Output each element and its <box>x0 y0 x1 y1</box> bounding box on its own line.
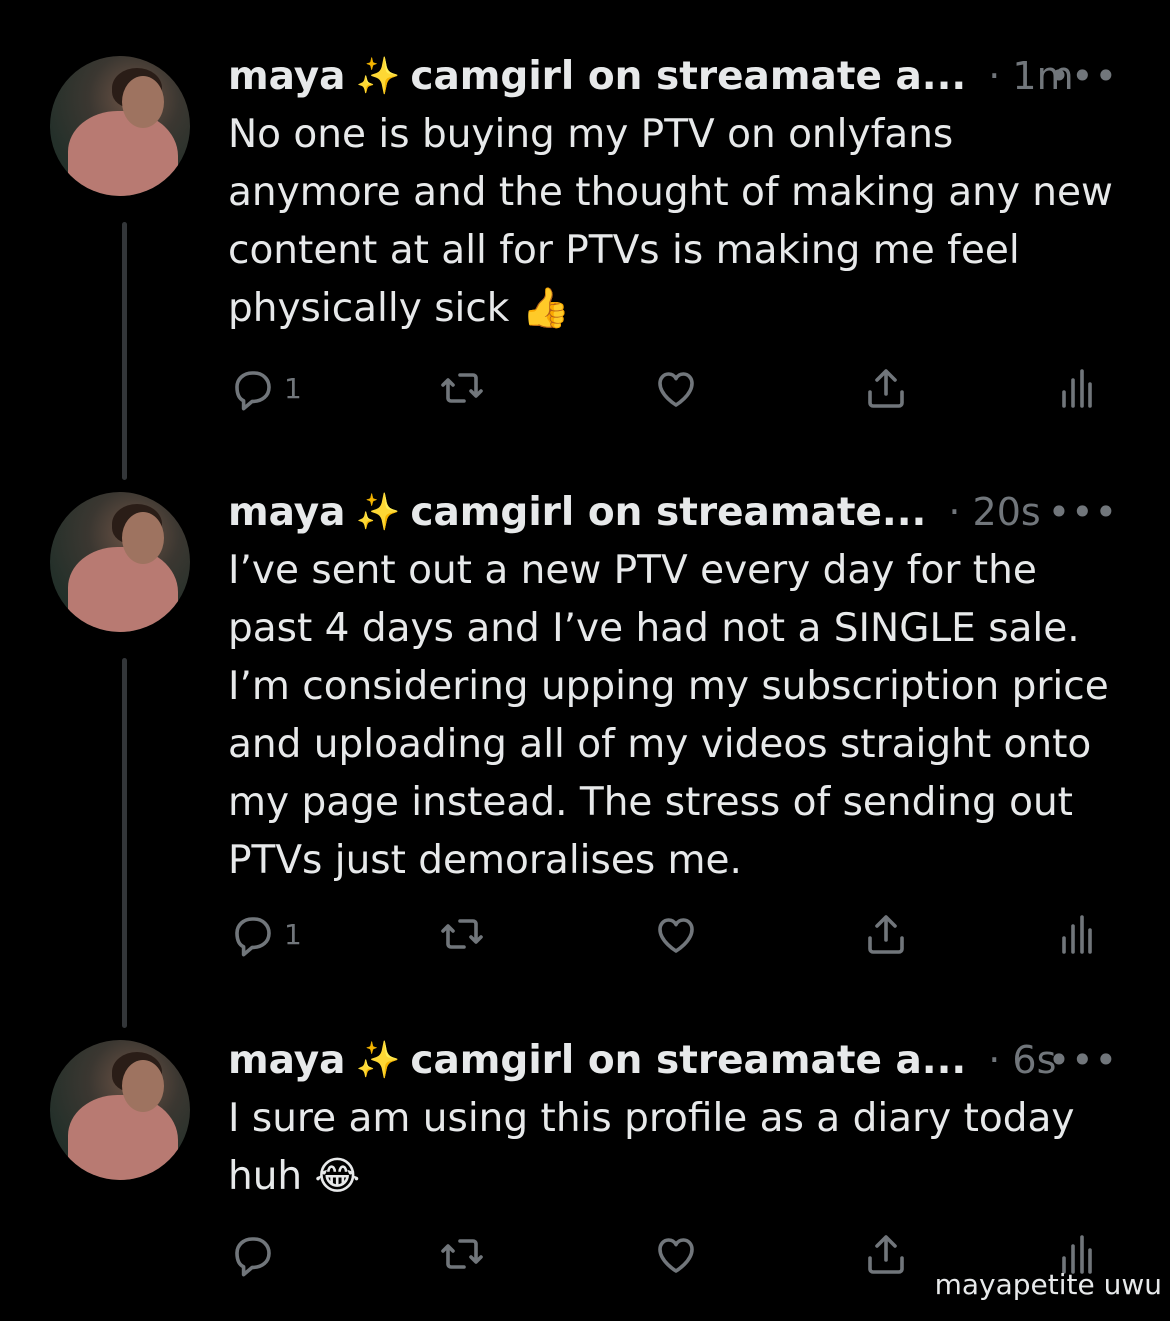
display-name[interactable]: maya <box>228 490 346 535</box>
retweet-button[interactable] <box>438 364 486 412</box>
share-button[interactable] <box>862 1230 910 1278</box>
like-button[interactable] <box>652 364 700 412</box>
reply-button[interactable] <box>228 1230 276 1278</box>
views-icon <box>1062 915 1092 954</box>
share-button[interactable] <box>862 364 910 412</box>
views-button[interactable] <box>1052 910 1100 958</box>
avatar[interactable] <box>50 492 190 632</box>
reply-count: 1 <box>284 917 302 951</box>
share-icon <box>868 369 904 408</box>
display-name-suffix[interactable]: camgirl on streamate a... <box>410 54 966 99</box>
like-button[interactable] <box>652 910 700 958</box>
retweet-icon <box>441 373 483 403</box>
reply-icon <box>235 371 271 411</box>
avatar-sweater <box>68 111 178 196</box>
reply-button[interactable]: 1 <box>228 364 302 412</box>
display-name[interactable]: maya <box>228 54 346 99</box>
like-icon <box>658 918 694 953</box>
reply-icon <box>235 1237 271 1277</box>
reply-icon <box>235 917 271 957</box>
retweet-button[interactable] <box>438 1230 486 1278</box>
sparkles-emoji: ✨ <box>355 492 401 533</box>
more-options-icon[interactable]: ••• <box>1048 54 1118 98</box>
like-icon <box>658 372 694 407</box>
avatar-face <box>122 1060 164 1112</box>
share-icon <box>868 1235 904 1274</box>
watermark-text: mayapetite uwu <box>934 1268 1162 1301</box>
more-options-icon[interactable]: ••• <box>1048 490 1118 534</box>
retweet-button[interactable] <box>438 910 486 958</box>
share-button[interactable] <box>862 910 910 958</box>
avatar-face <box>122 512 164 564</box>
avatar[interactable] <box>50 56 190 196</box>
display-name-suffix[interactable]: camgirl on streamate... <box>410 490 926 535</box>
tweet-text: No one is buying my PTV on onlyfans anym… <box>228 112 1113 331</box>
views-button[interactable] <box>1052 364 1100 412</box>
avatar-face <box>122 76 164 128</box>
tweet-text: I sure am using this profile as a diary … <box>228 1096 1075 1199</box>
reply-button[interactable]: 1 <box>228 910 302 958</box>
tweet-header: maya ✨ camgirl on streamate a... · 1m ••… <box>228 48 1118 104</box>
timestamp[interactable]: · 20s <box>948 490 1040 534</box>
reply-count: 1 <box>284 371 302 405</box>
like-button[interactable] <box>652 1230 700 1278</box>
avatar[interactable] <box>50 1040 190 1180</box>
action-bar: 1 <box>228 910 1108 960</box>
action-bar: 1 <box>228 364 1108 414</box>
tweet-header: maya ✨ camgirl on streamate... · 20s ••• <box>228 484 1118 540</box>
avatar-sweater <box>68 1095 178 1180</box>
like-icon <box>658 1238 694 1273</box>
share-icon <box>868 915 904 954</box>
thread-line <box>122 658 127 1028</box>
tweet-text: I’ve sent out a new PTV every day for th… <box>228 548 1109 883</box>
retweet-icon <box>441 919 483 949</box>
thread-line <box>122 222 127 480</box>
sparkles-emoji: ✨ <box>355 56 401 97</box>
action-bar <box>228 1034 1108 1084</box>
retweet-icon <box>441 1239 483 1269</box>
avatar-sweater <box>68 547 178 632</box>
views-icon <box>1062 369 1092 408</box>
